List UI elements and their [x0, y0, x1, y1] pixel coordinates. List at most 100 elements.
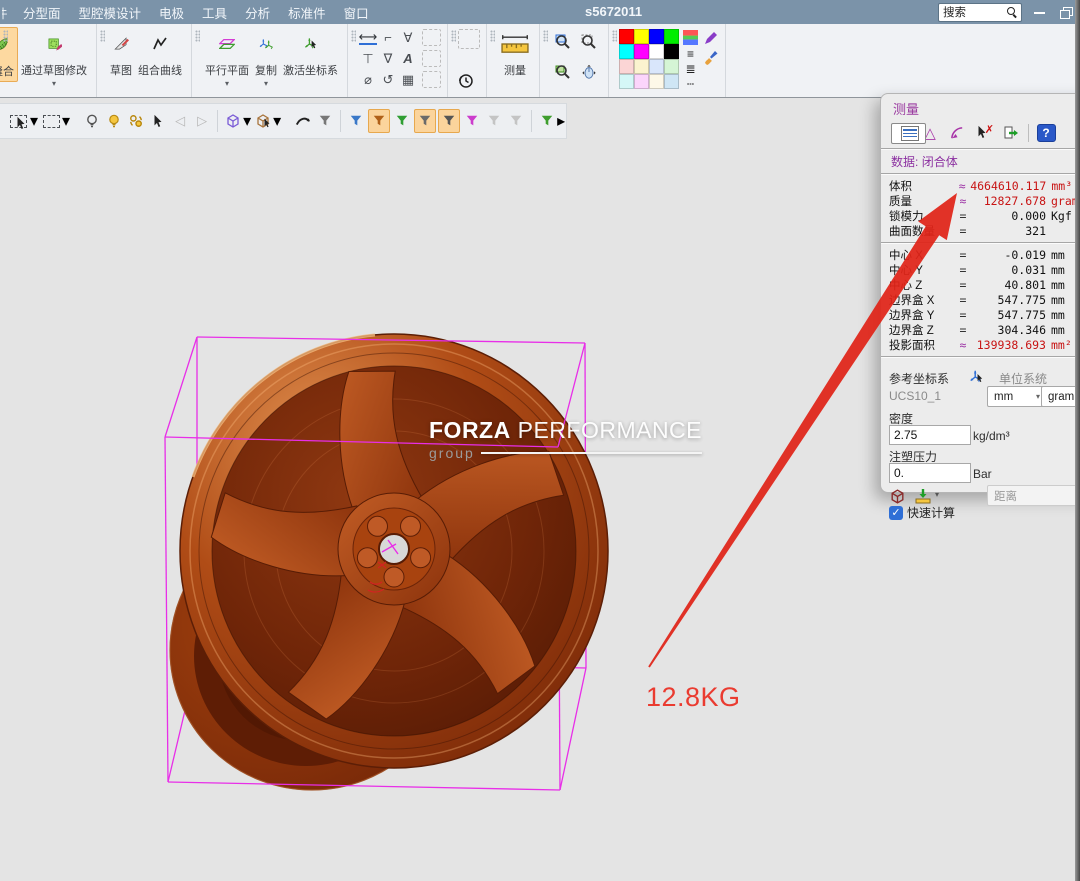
text-note-icon[interactable]: A [403, 52, 412, 65]
line-styles-icon[interactable]: ≣ [685, 63, 695, 75]
refresh-highlight-icon[interactable] [126, 110, 146, 132]
filter-more-button[interactable]: ▸ [537, 110, 565, 132]
menu-window[interactable]: 窗口 [335, 3, 378, 22]
combine-curves-button[interactable]: 组合曲线 [135, 27, 185, 80]
sketch-button[interactable]: 草图 [107, 27, 135, 80]
csys-filter-icon[interactable] [346, 110, 366, 132]
color-swatch[interactable] [664, 29, 679, 44]
color-swatch[interactable] [649, 59, 664, 74]
dropdown-icon[interactable]: ▾ [264, 80, 268, 88]
frame-dimension-icon[interactable]: ⌐ [384, 31, 392, 44]
color-swatch[interactable] [649, 74, 664, 89]
color-swatch[interactable] [619, 44, 634, 59]
minimize-button[interactable] [1032, 5, 1048, 19]
sew-button[interactable]: 缝合 [0, 27, 18, 82]
check-icon: ✓ [889, 506, 903, 520]
search-input[interactable]: 搜索 [938, 3, 1022, 22]
menu-parting-surface[interactable]: 分型面 [14, 3, 70, 22]
csys-picker-icon[interactable] [967, 367, 987, 387]
menu-tools[interactable]: 工具 [193, 3, 236, 22]
color-swatch[interactable] [664, 44, 679, 59]
color-swatch[interactable] [619, 74, 634, 89]
restore-button[interactable] [1058, 5, 1074, 19]
dropdown-icon[interactable]: ▾ [273, 111, 281, 131]
menu-electrode[interactable]: 电极 [150, 3, 193, 22]
dropdown-right-icon[interactable]: ▸ [557, 111, 565, 131]
document-title: s5672011 [585, 0, 642, 24]
marquee-select-button[interactable]: ▾ [40, 110, 70, 132]
length-unit-select[interactable]: mm▾ [987, 386, 1044, 407]
previous-view-icon[interactable]: ◁ [170, 110, 190, 132]
density-input[interactable] [889, 425, 971, 445]
search-icon[interactable] [1007, 7, 1017, 17]
datum-flag-icon[interactable]: ∀ [404, 31, 413, 44]
general-filter-icon[interactable] [315, 110, 335, 132]
orbit-swoosh-icon[interactable] [293, 110, 313, 132]
edit-color-pen-icon[interactable] [703, 30, 719, 46]
menu-item-clipped[interactable]: 件 [2, 3, 14, 22]
sheet-filter-icon[interactable] [462, 110, 482, 132]
select-cursor-marquee-button[interactable]: ▾ [6, 110, 38, 132]
display-mode-cube-button[interactable]: ▾ [223, 110, 251, 132]
window-edge[interactable] [1075, 0, 1080, 881]
export-results-icon[interactable] [999, 122, 1023, 144]
activate-csys-button[interactable]: 激活坐标系 [280, 27, 341, 80]
datum-target-icon[interactable]: ⊤ [362, 52, 373, 65]
measure-info-list-icon[interactable] [891, 123, 926, 144]
linear-dimension-icon[interactable]: ⟷ [359, 30, 378, 45]
color-swatch[interactable] [634, 59, 649, 74]
zoom-region-icon[interactable] [581, 34, 597, 50]
highlight-off-icon[interactable] [82, 110, 102, 132]
color-swatch[interactable] [664, 59, 679, 74]
dropdown-icon[interactable]: ▾ [225, 80, 229, 88]
dropdown-icon[interactable]: ▾ [30, 111, 38, 131]
color-swatch[interactable] [634, 74, 649, 89]
import-measure-icon[interactable] [913, 486, 933, 506]
color-swatch[interactable] [649, 29, 664, 44]
cursor-highlight-icon[interactable] [148, 110, 168, 132]
deselect-icon[interactable]: ✗ [972, 122, 996, 144]
table-note-icon[interactable]: ▦ [402, 73, 414, 86]
color-swatch[interactable] [619, 59, 634, 74]
zoom-window-icon[interactable] [555, 34, 571, 50]
menu-standard-parts[interactable]: 标准件 [279, 3, 335, 22]
menu-analysis[interactable]: 分析 [236, 3, 279, 22]
color-swatch[interactable] [634, 44, 649, 59]
diameter-dimension-icon[interactable]: ⌀ [364, 73, 372, 86]
measure-arc-icon[interactable] [945, 122, 969, 144]
quick-calc-checkbox[interactable]: ✓ 快速计算 [889, 504, 955, 521]
dropdown-icon[interactable]: ▾ [62, 111, 70, 131]
rainbow-color-icon[interactable] [683, 30, 698, 45]
modify-by-sketch-button[interactable]: 通过草图修改 ▾ [18, 27, 90, 90]
copy-button[interactable]: 复制 ▾ [252, 27, 280, 90]
highlight-on-icon[interactable] [104, 110, 124, 132]
parallel-plane-button[interactable]: 平行平面 ▾ [202, 27, 252, 90]
help-icon[interactable]: ? [1034, 122, 1058, 144]
face-filter-icon[interactable] [392, 110, 412, 132]
paint-brush-icon[interactable] [703, 49, 719, 65]
color-swatch[interactable] [619, 29, 634, 44]
dropdown-icon[interactable]: ▾ [935, 490, 939, 499]
revision-icon[interactable]: ↺ [383, 73, 394, 86]
zoom-layers-icon[interactable] [555, 64, 571, 80]
next-view-icon[interactable]: ▷ [192, 110, 212, 132]
edge-filter-icon[interactable] [438, 109, 460, 133]
show-dialog-box-icon[interactable] [887, 486, 907, 506]
color-swatch[interactable] [649, 44, 664, 59]
slope-symbol-icon[interactable]: ∇ [384, 52, 393, 65]
measure-button[interactable]: 测量 [497, 27, 533, 80]
dropdown-icon[interactable]: ▾ [52, 80, 56, 88]
color-swatch[interactable] [634, 29, 649, 44]
dashed-line-icon[interactable]: ┄ [687, 78, 694, 90]
line-width-icon[interactable]: ≡ [687, 48, 694, 60]
history-clock-icon[interactable] [458, 73, 474, 89]
body-filter-icon[interactable] [368, 109, 390, 133]
pressure-input[interactable] [889, 463, 971, 483]
menu-cavity-design[interactable]: 型腔模设计 [70, 3, 151, 22]
wheel-model[interactable] [170, 334, 608, 790]
cube-select-button[interactable]: ▾ [253, 110, 281, 132]
color-swatch[interactable] [664, 74, 679, 89]
curve-filter-icon[interactable] [414, 109, 436, 133]
mouse-modes-icon[interactable] [581, 64, 597, 80]
dropdown-icon[interactable]: ▾ [243, 111, 251, 131]
